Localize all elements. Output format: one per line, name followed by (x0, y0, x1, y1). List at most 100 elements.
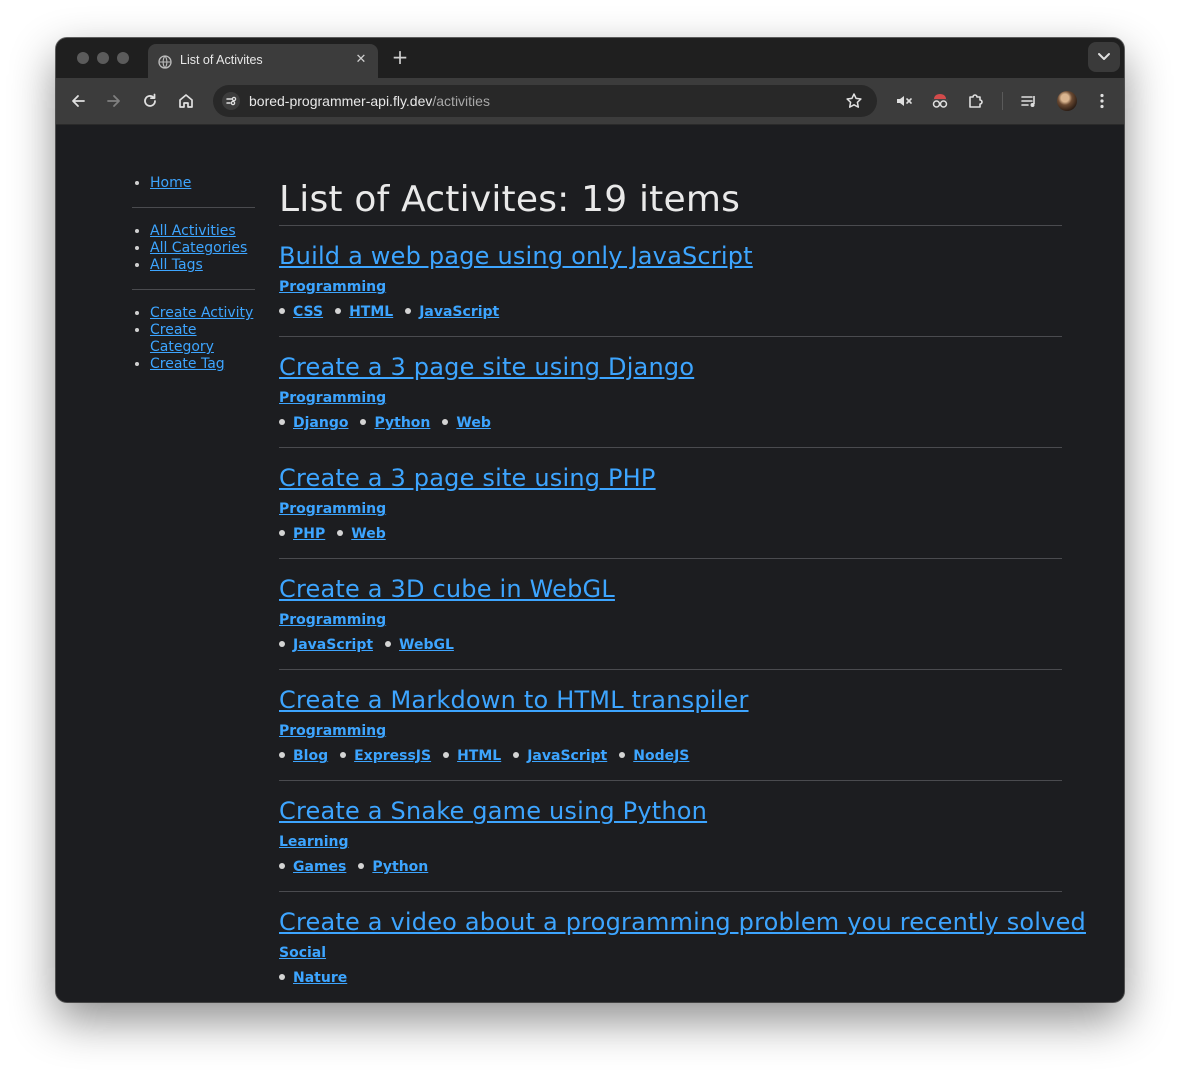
nav-item: Create Tag (150, 356, 255, 373)
tag-link[interactable]: Blog (293, 748, 328, 764)
nav-link-all-tags[interactable]: All Tags (150, 257, 203, 273)
page-title: List of Activites: 19 items (279, 179, 741, 220)
bullet-icon (279, 641, 285, 647)
bullet-icon (279, 530, 285, 536)
nav-item: Home (150, 175, 255, 192)
activity-tag-list: Games Python (279, 859, 440, 875)
tag-item: WebGL (385, 637, 454, 653)
tag-link[interactable]: Python (374, 415, 430, 431)
activity-title-link[interactable]: Create a 3D cube in WebGL (279, 575, 615, 603)
tag-link[interactable]: JavaScript (293, 637, 373, 653)
site-info-icon[interactable] (222, 92, 240, 110)
nav-divider (132, 207, 255, 208)
nav-item: Create Category (150, 322, 255, 356)
close-tab-icon[interactable]: ✕ (353, 52, 369, 68)
bullet-icon (619, 752, 626, 758)
activity-title-link[interactable]: Create a 3 page site using Django (279, 353, 694, 381)
more-menu-icon[interactable] (1092, 91, 1112, 111)
activity-title-link[interactable]: Create a 3 page site using PHP (279, 464, 656, 492)
url-path: /activities (432, 93, 490, 109)
tag-link[interactable]: WebGL (399, 637, 454, 653)
nav-item: All Tags (150, 257, 255, 274)
activity-tag-list: CSS HTML JavaScript (279, 304, 511, 320)
tag-link[interactable]: HTML (349, 304, 393, 320)
tag-link[interactable]: CSS (293, 304, 323, 320)
forward-icon[interactable] (104, 91, 124, 111)
tab-title: List of Activites (180, 53, 263, 67)
mute-icon[interactable] (894, 91, 914, 111)
tab-search-button[interactable] (1088, 42, 1120, 72)
activity-item: Create a video about a programming probl… (279, 891, 1086, 1002)
home-icon[interactable] (176, 91, 196, 111)
new-tab-button[interactable]: + (390, 47, 410, 67)
extensions-puzzle-icon[interactable] (966, 91, 986, 111)
activity-item: Create a Markdown to HTML transpiler Prog… (279, 669, 1062, 780)
extension-spy-icon[interactable] (930, 91, 950, 111)
activity-category-link[interactable]: Programming (279, 723, 386, 739)
tag-item: Web (442, 415, 491, 431)
bullet-icon (442, 419, 449, 425)
close-window-button[interactable] (77, 52, 89, 64)
activity-category-link[interactable]: Social (279, 945, 326, 961)
tag-link[interactable]: Nature (293, 970, 347, 986)
url-host: bored-programmer-api.fly.dev (249, 93, 433, 109)
media-queue-icon[interactable] (1019, 91, 1039, 111)
activity-item: Create a 3 page site using PHP Programmin… (279, 447, 1062, 558)
back-icon[interactable] (68, 91, 88, 111)
activity-category-link[interactable]: Programming (279, 390, 386, 406)
nav-link-create-activity[interactable]: Create Activity (150, 305, 253, 321)
nav-link-all-activities[interactable]: All Activities (150, 223, 236, 239)
tag-link[interactable]: Games (293, 859, 346, 875)
activity-title-link[interactable]: Create a Markdown to HTML transpiler (279, 686, 749, 714)
bullet-icon (358, 863, 365, 869)
nav-divider (132, 289, 255, 290)
activity-title-link[interactable]: Create a Snake game using Python (279, 797, 707, 825)
tag-link[interactable]: NodeJS (633, 748, 689, 764)
minimize-window-button[interactable] (97, 52, 109, 64)
activity-tag-list: Blog ExpressJS HTML JavaScript NodeJS (279, 748, 701, 764)
tag-link[interactable]: Web (456, 415, 490, 431)
side-nav: Home All Activities All Categories All T… (132, 175, 255, 373)
activity-title-link[interactable]: Build a web page using only JavaScript (279, 242, 753, 270)
maximize-window-button[interactable] (117, 52, 129, 64)
tag-item: JavaScript (405, 304, 499, 320)
tag-link[interactable]: Python (372, 859, 428, 875)
address-bar[interactable]: bored-programmer-api.fly.dev/activities (213, 85, 877, 117)
tag-link[interactable]: JavaScript (419, 304, 499, 320)
tag-item: ExpressJS (340, 748, 431, 764)
activity-tag-list: Django Python Web (279, 415, 503, 431)
activity-category-link[interactable]: Programming (279, 279, 386, 295)
tag-link[interactable]: PHP (293, 526, 325, 542)
tag-item: Blog (279, 748, 328, 764)
tag-item: Nature (279, 970, 347, 986)
tag-link[interactable]: JavaScript (527, 748, 607, 764)
nav-item: All Categories (150, 240, 255, 257)
tag-item: Python (358, 859, 428, 875)
bullet-icon (279, 308, 285, 314)
reload-icon[interactable] (140, 91, 160, 111)
activity-tag-list: JavaScript WebGL (279, 637, 466, 653)
activity-category-link[interactable]: Learning (279, 834, 349, 850)
nav-link-all-categories[interactable]: All Categories (150, 240, 247, 256)
tag-link[interactable]: Django (293, 415, 348, 431)
activity-title-link[interactable]: Create a video about a programming probl… (279, 908, 1086, 936)
tag-link[interactable]: Web (351, 526, 385, 542)
tab-strip: List of Activites ✕ + (56, 38, 1124, 78)
bullet-icon (385, 641, 392, 647)
activity-category-link[interactable]: Programming (279, 501, 386, 517)
activity-tag-list: PHP Web (279, 526, 398, 542)
bullet-icon (443, 752, 450, 758)
tag-link[interactable]: HTML (457, 748, 501, 764)
bullet-icon (335, 308, 342, 314)
url-text: bored-programmer-api.fly.dev/activities (249, 93, 490, 109)
bullet-icon (337, 530, 344, 536)
tab-list-of-activities[interactable]: List of Activites ✕ (148, 44, 378, 78)
tag-link[interactable]: ExpressJS (354, 748, 431, 764)
activity-category-link[interactable]: Programming (279, 612, 386, 628)
tag-item: Games (279, 859, 346, 875)
bookmark-star-icon[interactable] (845, 92, 863, 110)
nav-link-home[interactable]: Home (150, 175, 191, 191)
nav-link-create-tag[interactable]: Create Tag (150, 356, 225, 372)
nav-link-create-category[interactable]: Create Category (150, 322, 214, 355)
profile-avatar[interactable] (1057, 91, 1077, 111)
